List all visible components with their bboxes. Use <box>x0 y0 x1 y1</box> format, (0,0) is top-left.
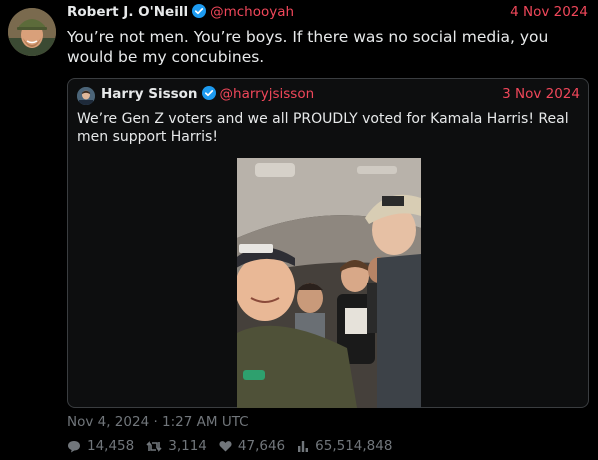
comment-icon <box>67 440 81 453</box>
tweet-text: You’re not men. You’re boys. If there wa… <box>67 28 549 66</box>
author-avatar[interactable] <box>8 8 56 56</box>
tweet-stats: 14,458 3,114 47,646 65,514,848 <box>67 438 392 454</box>
heart-icon <box>219 440 232 452</box>
quoted-author-avatar[interactable] <box>77 87 95 105</box>
verified-badge-icon <box>201 86 216 104</box>
quoted-text: We’re Gen Z voters and we all PROUDLY vo… <box>77 111 569 145</box>
tweet-header: Robert J. O'Neill @mchooyah 4 Nov 2024 <box>67 4 588 24</box>
quoted-author-name[interactable]: Harry Sisson <box>101 86 198 102</box>
quoted-header: Harry Sisson @harryjsisson 3 Nov 2024 <box>101 86 580 104</box>
view-count[interactable]: 65,514,848 <box>297 438 392 454</box>
reply-count-value: 14,458 <box>87 438 135 454</box>
tweet-timestamp[interactable]: Nov 4, 2024 · 1:27 AM UTC <box>67 414 249 430</box>
bar-chart-icon <box>297 440 309 452</box>
tweet-date[interactable]: 4 Nov 2024 <box>510 4 588 20</box>
quoted-date[interactable]: 3 Nov 2024 <box>502 86 580 102</box>
author-handle[interactable]: @mchooyah <box>210 4 294 20</box>
retweet-count-value: 3,114 <box>168 438 207 454</box>
verified-badge-icon <box>192 4 207 22</box>
retweet-count[interactable]: 3,114 <box>146 438 207 454</box>
like-count-value: 47,646 <box>237 438 286 454</box>
author-name[interactable]: Robert J. O'Neill <box>67 4 188 20</box>
quoted-tweet[interactable]: Harry Sisson @harryjsisson 3 Nov 2024 We’… <box>67 78 589 408</box>
like-count[interactable]: 47,646 <box>219 438 285 454</box>
view-count-value: 65,514,848 <box>315 438 393 454</box>
quoted-author-handle[interactable]: @harryjsisson <box>220 86 315 102</box>
reply-count[interactable]: 14,458 <box>67 438 134 454</box>
quoted-photo[interactable] <box>237 158 421 408</box>
retweet-icon <box>146 440 162 453</box>
